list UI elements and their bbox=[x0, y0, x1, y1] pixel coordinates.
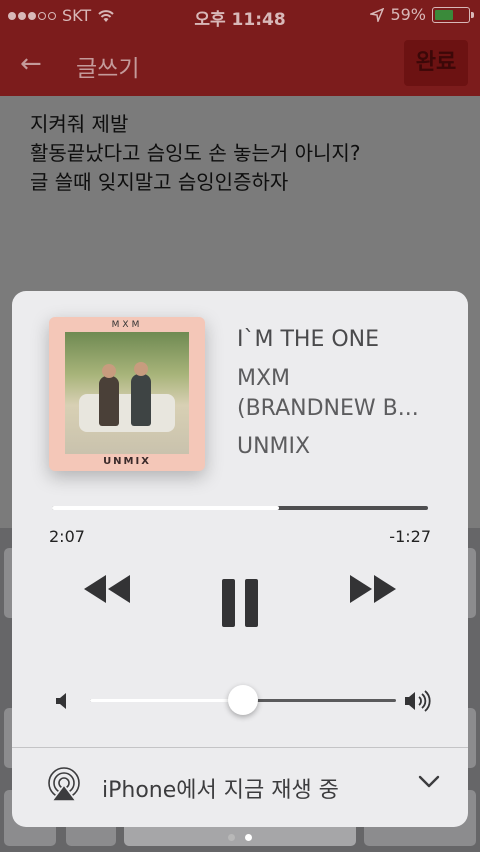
speaker-low-icon bbox=[56, 693, 66, 709]
page-indicator bbox=[0, 834, 480, 841]
volume-level bbox=[90, 699, 243, 702]
fast-forward-icon[interactable] bbox=[346, 573, 398, 605]
card-divider bbox=[12, 747, 468, 748]
battery-icon bbox=[432, 6, 474, 23]
status-bar: SKT 오후 11:48 59% bbox=[0, 0, 480, 32]
app-bar: ← 글쓰기 완료 bbox=[0, 32, 480, 96]
remaining-time: -1:27 bbox=[389, 527, 431, 546]
song-title: I`M THE ONE bbox=[237, 327, 380, 352]
location-arrow-icon bbox=[370, 7, 385, 22]
compose-text: 지켜줘 제발 활동끝났다고 슴잉도 손 놓는거 아니지? 글 쓸때 잊지말고 슴… bbox=[30, 110, 360, 197]
compose-line: 지켜줘 제발 bbox=[30, 112, 129, 136]
album-photo bbox=[65, 332, 189, 454]
progress-scrubber[interactable] bbox=[52, 506, 428, 510]
playback-output-label[interactable]: iPhone에서 지금 재생 중 bbox=[102, 772, 339, 804]
album-art-bottom-text: UNMIX bbox=[103, 456, 151, 467]
back-arrow-icon[interactable]: ← bbox=[20, 49, 42, 79]
status-right: 59% bbox=[370, 5, 474, 24]
page-dot-active bbox=[245, 834, 252, 841]
done-button[interactable]: 완료 bbox=[404, 40, 468, 86]
volume-knob[interactable] bbox=[228, 685, 258, 715]
now-playing-card: MXM UNMIX I`M THE ONE MXM (BRANDNEW B...… bbox=[12, 291, 468, 827]
chevron-down-icon[interactable] bbox=[418, 775, 440, 789]
artist-line: (BRANDNEW B... bbox=[237, 396, 419, 421]
track-info: I`M THE ONE MXM (BRANDNEW B... UNMIX bbox=[237, 327, 452, 459]
airplay-icon[interactable] bbox=[46, 767, 82, 803]
artist-line: MXM bbox=[237, 366, 291, 391]
compose-line: 글 쓸때 잊지말고 슴잉인증하자 bbox=[30, 170, 289, 194]
page-title: 글쓰기 bbox=[76, 56, 140, 82]
compose-line: 활동끝났다고 슴잉도 손 놓는거 아니지? bbox=[30, 141, 361, 165]
elapsed-time: 2:07 bbox=[49, 527, 85, 546]
pause-icon[interactable] bbox=[220, 579, 260, 627]
page-dot bbox=[228, 834, 235, 841]
album-name: UNMIX bbox=[237, 434, 311, 459]
speaker-high-icon bbox=[405, 690, 431, 712]
rewind-icon[interactable] bbox=[82, 573, 134, 605]
album-art-top-text: MXM bbox=[111, 320, 143, 330]
artist-name: MXM (BRANDNEW B... bbox=[237, 364, 452, 424]
album-art: MXM UNMIX bbox=[49, 317, 205, 471]
progress-played bbox=[52, 506, 280, 510]
battery-percent: 59% bbox=[390, 5, 426, 24]
